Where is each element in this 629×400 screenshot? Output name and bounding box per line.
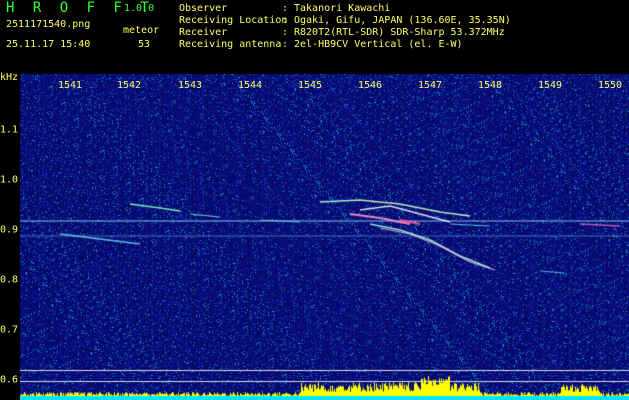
image-filename: 2511171540.png: [6, 19, 91, 30]
info-value-observer: Takanori Kawachi: [294, 3, 391, 14]
x-tick-label: 1543: [177, 80, 203, 91]
app-version: 1.0.0: [124, 3, 155, 14]
info-value-receiver: R820T2(RTL-SDR) SDR-Sharp 53.372MHz: [294, 27, 505, 38]
info-sep: :: [282, 27, 289, 38]
info-sep: :: [282, 3, 289, 14]
y-tick-label: 0.7: [0, 324, 19, 336]
meteor-label: meteor: [123, 25, 160, 36]
meteor-count: 53: [138, 39, 151, 50]
timestamp: 25.11.17 15:40: [6, 39, 91, 50]
info-sep: :: [282, 39, 289, 50]
info-value-location: Ogaki, Gifu, JAPAN (136.60E, 35.35N): [294, 15, 511, 26]
info-key-location: Receiving Location: [179, 15, 288, 26]
info-keys: Observer Receiving Location Receiver Rec…: [179, 3, 287, 51]
x-tick-label: 1547: [417, 80, 443, 91]
x-tick-label: 1545: [297, 80, 323, 91]
x-tick-label: 1541: [57, 80, 83, 91]
info-value-antenna: 2el-HB9CV Vertical (el. E-W): [294, 39, 463, 50]
info-key-observer: Observer: [179, 3, 228, 14]
spectrogram: [20, 74, 629, 400]
info-key-antenna: Receiving antenna: [179, 39, 282, 50]
x-tick-label: 1544: [237, 80, 263, 91]
info-values: Takanori Kawachi Ogaki, Gifu, JAPAN (136…: [294, 3, 511, 51]
x-tick-label: 1542: [116, 80, 142, 91]
y-unit-label: kHz: [0, 72, 19, 83]
y-tick-label: 0.6: [0, 374, 19, 386]
x-tick-label: 1549: [537, 80, 563, 91]
header-panel: H R O F F T 1.0.0 2511171540.png meteor …: [0, 0, 629, 74]
y-tick-label: 0.9: [0, 224, 19, 236]
info-key-receiver: Receiver: [179, 27, 228, 38]
x-tick-label: 1548: [477, 80, 503, 91]
x-tick-label: 1550: [597, 80, 623, 91]
y-tick-label: 0.8: [0, 274, 19, 286]
info-sep: :: [282, 15, 289, 26]
y-tick-label: 1.1: [0, 124, 19, 136]
y-tick-label: 1.0: [0, 174, 19, 186]
x-tick-label: 1546: [357, 80, 383, 91]
info-separators: : : : :: [282, 3, 288, 51]
